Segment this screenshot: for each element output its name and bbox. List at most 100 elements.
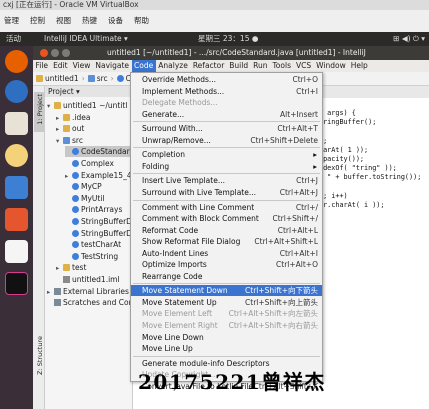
tree-item[interactable]: StringBufferD — [65, 216, 132, 227]
menu-item-folding[interactable]: Folding ▸ — [131, 161, 322, 172]
menu-code[interactable]: Code — [131, 60, 156, 72]
thunderbird-icon[interactable] — [5, 80, 28, 103]
menu-item-generate[interactable]: Generate... Alt+Insert — [131, 109, 322, 120]
tree-item[interactable]: ▸ out — [56, 123, 132, 135]
writer-icon[interactable] — [5, 176, 28, 199]
menu-item-comment-with-block-comment[interactable]: Comment with Block Comment Ctrl+Shift+/ — [131, 213, 322, 224]
panel-system-tray[interactable]: ⊞ ◀) ⏻ ▾ — [393, 32, 425, 46]
code-line: apacity()); — [319, 155, 365, 163]
project-tool-button[interactable]: 1: Project — [34, 92, 44, 132]
activities-button[interactable]: 活动 — [6, 32, 21, 46]
breadcrumb-item[interactable]: untitled1 — [45, 74, 79, 83]
tree-item[interactable]: untitled1.iml — [56, 274, 132, 285]
java-class-icon — [72, 148, 79, 156]
tree-item[interactable]: ▸ External Libraries — [47, 286, 132, 298]
menu-item-move-statement-up[interactable]: Move Statement Up Ctrl+Shift+向上箭头 — [131, 297, 322, 308]
vbox-menu-item[interactable]: 管理 — [4, 16, 19, 25]
menu-navigate[interactable]: Navigate — [93, 60, 132, 72]
expanded-arrow-icon[interactable]: ▾ — [47, 101, 54, 112]
menu-item-surround-with[interactable]: Surround With... Ctrl+Alt+T — [131, 123, 322, 134]
tree-item[interactable]: PrintArrays — [65, 204, 132, 215]
tree-item[interactable]: MyUtil — [65, 193, 132, 204]
menu-item-unwrap-remove[interactable]: Unwrap/Remove... Ctrl+Shift+Delete — [131, 135, 322, 146]
collapsed-arrow-icon[interactable]: ▸ — [65, 171, 72, 182]
menu-analyze[interactable]: Analyze — [156, 60, 191, 72]
menu-item-override-methods[interactable]: Override Methods... Ctrl+O — [131, 74, 322, 85]
panel-clock[interactable]: 星期三 23：15 ● — [198, 32, 258, 46]
tree-item[interactable]: Complex — [65, 158, 132, 169]
menu-item-label: Move Statement Up — [142, 297, 217, 307]
vbox-menu-item[interactable]: 视图 — [56, 16, 71, 25]
tree-item[interactable]: ▸ test — [56, 262, 132, 274]
menu-edit[interactable]: Edit — [51, 60, 71, 72]
tree-item[interactable]: StringBufferD — [65, 228, 132, 239]
expanded-arrow-icon[interactable]: ▾ — [56, 136, 63, 147]
structure-tool-button[interactable]: Z: Structure — [36, 336, 44, 375]
tree-item[interactable]: TestString — [65, 251, 132, 262]
menu-item-reformat-code[interactable]: Reformat Code Ctrl+Alt+L — [131, 225, 322, 236]
menu-item-comment-with-line-comment[interactable]: Comment with Line Comment Ctrl+/ — [131, 202, 322, 213]
amazon-icon[interactable] — [5, 240, 28, 263]
tree-item[interactable]: MyCP — [65, 181, 132, 192]
menu-item-label: Move Element Right — [142, 321, 218, 330]
menu-item-optimize-imports[interactable]: Optimize Imports Ctrl+Alt+O — [131, 259, 322, 270]
menu-window[interactable]: Window — [314, 60, 349, 72]
menu-build[interactable]: Build — [227, 60, 251, 72]
menu-item-auto-indent-lines[interactable]: Auto-Indent Lines Ctrl+Alt+I — [131, 248, 322, 259]
menu-item-move-line-up[interactable]: Move Line Up — [131, 343, 322, 354]
menu-item-surround-with-live-template[interactable]: Surround with Live Template... Ctrl+Alt+J — [131, 187, 322, 198]
java-class-icon — [72, 252, 79, 260]
tree-item-label: untitled1.iml — [72, 275, 120, 284]
menu-item-label: Surround with Live Template... — [142, 187, 256, 197]
menu-item-move-line-down[interactable]: Move Line Down — [131, 332, 322, 343]
vbox-menu-item[interactable]: 帮助 — [134, 16, 149, 25]
vbox-menu-item[interactable]: 控制 — [30, 16, 45, 25]
minimize-window-icon[interactable] — [51, 49, 59, 57]
collapsed-arrow-icon[interactable]: ▸ — [56, 124, 63, 135]
menu-vcs[interactable]: VCS — [293, 60, 313, 72]
java-class-icon — [72, 194, 79, 202]
files-icon[interactable] — [5, 112, 28, 135]
menu-item-shortcut: Ctrl+I — [296, 86, 318, 96]
project-panel-header[interactable]: Project ▾ — [45, 86, 132, 97]
tree-item[interactable]: ▸ Example15_4 — [65, 170, 132, 182]
close-window-icon[interactable] — [40, 49, 48, 57]
tree-item[interactable]: ▾ untitled1 ~/untitl — [47, 100, 132, 112]
menu-item-insert-live-template[interactable]: Insert Live Template... Ctrl+J — [131, 175, 322, 186]
menu-item-implement-methods[interactable]: Implement Methods... Ctrl+I — [131, 86, 322, 97]
menu-separator — [133, 147, 320, 149]
menu-item-label: Generate... — [142, 109, 185, 119]
software-center-icon[interactable] — [5, 208, 28, 231]
tree-item[interactable]: CodeStandard — [65, 146, 132, 158]
tree-item-label: untitled1 ~/untitl — [63, 101, 128, 110]
menu-item-move-statement-down[interactable]: Move Statement Down Ctrl+Shift+向下箭头 — [131, 285, 322, 297]
menu-run[interactable]: Run — [251, 60, 270, 72]
rhythmbox-icon[interactable] — [5, 144, 28, 167]
menu-view[interactable]: View — [70, 60, 93, 72]
menu-file[interactable]: File — [33, 60, 51, 72]
menu-refactor[interactable]: Refactor — [190, 60, 226, 72]
tree-item[interactable]: ▸ .idea — [56, 112, 132, 124]
vbox-menu-item[interactable]: 设备 — [108, 16, 123, 25]
tree-item[interactable]: ▾ src — [56, 135, 132, 147]
tree-item-label: Example15_4 — [81, 170, 132, 180]
tree-item[interactable]: Scratches and Cons — [47, 297, 132, 308]
collapsed-arrow-icon[interactable]: ▸ — [47, 287, 54, 298]
panel-app-menu[interactable]: IntelliJ IDEA Ultimate ▾ — [44, 32, 128, 46]
menu-help[interactable]: Help — [348, 60, 370, 72]
menu-item-completion[interactable]: Completion ▸ — [131, 149, 322, 160]
breadcrumb-item[interactable]: src — [97, 74, 108, 83]
collapsed-arrow-icon[interactable]: ▸ — [56, 263, 63, 274]
menu-tools[interactable]: Tools — [270, 60, 293, 72]
vbox-menu-item[interactable]: 热键 — [82, 16, 97, 25]
tree-item[interactable]: testCharAt — [65, 239, 132, 250]
menu-item-show-reformat-file-dialog[interactable]: Show Reformat File Dialog Ctrl+Alt+Shift+… — [131, 236, 322, 247]
vbox-menubar: 管理 控制 视图 热键 设备 帮助 — [0, 10, 429, 32]
firefox-icon[interactable] — [5, 50, 28, 73]
menu-item-rearrange-code[interactable]: Rearrange Code — [131, 271, 322, 282]
collapsed-arrow-icon[interactable]: ▸ — [56, 113, 63, 124]
intellij-idea-icon[interactable] — [5, 272, 28, 295]
maximize-window-icon[interactable] — [62, 49, 70, 57]
menu-item-label: Implement Methods... — [142, 86, 225, 96]
menu-item-shortcut: Ctrl+Shift+/ — [272, 214, 319, 224]
